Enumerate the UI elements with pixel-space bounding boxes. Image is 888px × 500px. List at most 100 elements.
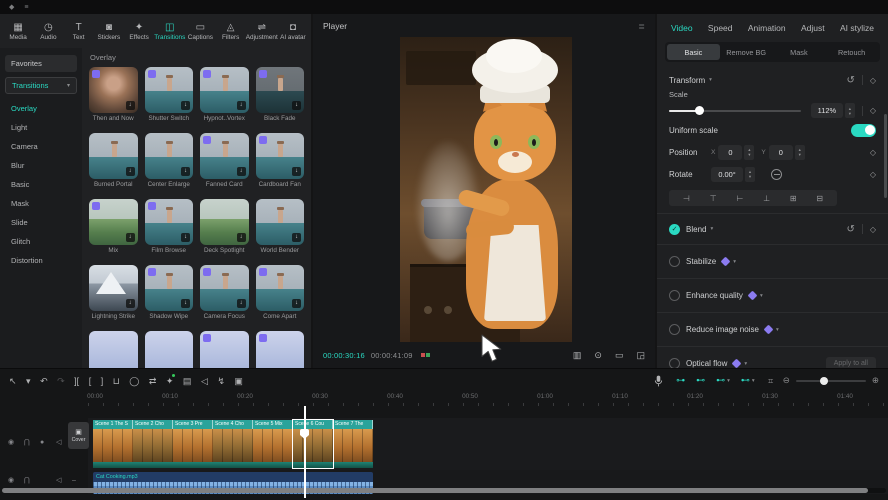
download-icon[interactable]: ↓ (292, 233, 301, 242)
transition-tile[interactable]: ↓Then and Now (89, 67, 138, 123)
timeline-clip[interactable]: Scene 5 Mix (253, 420, 293, 468)
chevron-down-icon[interactable]: ▾ (709, 77, 712, 83)
keyframe-icon[interactable]: ◇ (870, 76, 876, 85)
download-icon[interactable]: ↓ (181, 299, 190, 308)
main-track-magnet-icon[interactable]: ⊶ (676, 375, 685, 386)
mini-player-icon[interactable]: ⊙ (594, 350, 602, 361)
transition-tile[interactable]: ↓Come Apart (256, 265, 305, 321)
quality-icon[interactable]: ▭ (615, 350, 624, 361)
download-icon[interactable]: ↓ (292, 101, 301, 110)
timeline-ruler[interactable]: 00:0000:1000:2000:3000:4000:5001:0001:10… (88, 392, 888, 406)
voiceover-mic-icon[interactable] (654, 375, 663, 387)
transition-tile[interactable]: ↓Center Enlarge (145, 133, 194, 189)
timeline-clip[interactable]: Scene 7 The (333, 420, 373, 468)
smart-tools-icon[interactable]: ✦ (166, 376, 174, 386)
transition-tile[interactable] (200, 331, 249, 368)
timeline-clip[interactable]: Scene 3 Pre (173, 420, 213, 468)
sidebar-item-slide[interactable]: Slide (5, 213, 77, 232)
delete-icon[interactable]: ⊔ (113, 376, 120, 386)
undo-icon[interactable]: ↶ (40, 376, 48, 386)
scale-stepper[interactable]: ▴▾ (845, 103, 855, 118)
transition-tile[interactable]: ↓Lightning Strike (89, 265, 138, 321)
rotate-stepper[interactable]: ▴▾ (745, 167, 755, 182)
timeline-zoom-slider[interactable] (796, 380, 866, 382)
toolbar-item-effects[interactable]: ✦Effects (124, 22, 154, 41)
scale-value[interactable]: 112% (811, 103, 843, 118)
fullscreen-icon[interactable]: ◲ (636, 350, 645, 361)
timeline-clip[interactable]: Scene 2 Cho (133, 420, 173, 468)
zoom-slider-knob[interactable] (820, 377, 828, 385)
position-x-value[interactable]: 0 (718, 145, 742, 160)
transition-tile[interactable]: ↓Cardboard Fan (256, 133, 305, 189)
split-icon[interactable]: ][ (74, 376, 79, 386)
position-y-stepper[interactable]: ▴▾ (795, 145, 805, 160)
download-icon[interactable]: ↓ (126, 299, 135, 308)
download-icon[interactable]: ↓ (181, 101, 190, 110)
freeze-frame-icon[interactable]: ▤ (183, 376, 192, 386)
download-icon[interactable]: ↓ (292, 299, 301, 308)
blend-checkbox[interactable]: ✓ (669, 224, 680, 235)
track-volume-icon[interactable]: ◁ (56, 439, 61, 447)
subtab-remove-bg[interactable]: Remove BG (720, 44, 773, 60)
chevron-down-icon[interactable]: ▾ (760, 293, 763, 299)
crop-icon[interactable]: ▣ (234, 376, 243, 386)
download-icon[interactable]: ↓ (181, 167, 190, 176)
align-right-icon[interactable]: ⊢ (736, 194, 743, 203)
timeline-clip[interactable]: Scene 1 The S (93, 420, 133, 468)
download-icon[interactable]: ↓ (126, 101, 135, 110)
subtab-retouch[interactable]: Retouch (825, 44, 878, 60)
sidebar-item-basic[interactable]: Basic (5, 175, 77, 194)
sidebar-item-distortion[interactable]: Distortion (5, 251, 77, 270)
ratio-icon[interactable]: ▥ (573, 350, 582, 361)
inspector-scrollbar[interactable] (884, 114, 887, 198)
download-icon[interactable]: ↓ (237, 233, 246, 242)
cover-button[interactable]: ▣ Cover (68, 422, 89, 449)
keyframe-icon[interactable]: ◇ (870, 225, 876, 234)
zoom-out-icon[interactable]: ⊖ (783, 375, 790, 386)
position-x-stepper[interactable]: ▴▾ (744, 145, 754, 160)
playhead-line[interactable] (304, 406, 306, 498)
track-height-icon[interactable]: ⌗ (768, 376, 773, 386)
select-tool-icon[interactable]: ↖ (9, 376, 17, 386)
sidebar-item-blur[interactable]: Blur (5, 156, 77, 175)
transition-tile[interactable]: ↓Shutter Switch (145, 67, 194, 123)
player-view-options-icon[interactable]: ≣ (638, 22, 645, 31)
download-icon[interactable]: ↓ (237, 101, 246, 110)
transition-tile[interactable]: ↓Deck Spotlight (200, 199, 249, 255)
download-icon[interactable]: ↓ (181, 233, 190, 242)
favorites-button[interactable]: Favorites (5, 55, 77, 72)
toolbar-item-media[interactable]: ▦Media (3, 22, 33, 41)
align-bottom-icon[interactable]: ⊥ (763, 194, 770, 203)
zoom-in-icon[interactable]: ⊕ (872, 375, 879, 386)
transition-tile[interactable]: ↓Hypnot..Vortex (200, 67, 249, 123)
download-icon[interactable]: ↓ (292, 167, 301, 176)
sidebar-item-overlay[interactable]: Overlay (5, 99, 77, 118)
track-hide-icon[interactable]: ◉ (8, 439, 14, 447)
menu-icon[interactable]: ≡ (24, 4, 28, 11)
scale-slider[interactable] (669, 110, 801, 112)
transition-tile[interactable] (145, 331, 194, 368)
transition-tile[interactable]: ↓Burned Portal (89, 133, 138, 189)
tab-animation[interactable]: Animation (748, 23, 786, 33)
rotate-dial[interactable] (771, 169, 782, 180)
horizontal-scrollbar-thumb[interactable] (2, 488, 868, 493)
trim-right-icon[interactable]: ] (101, 376, 104, 386)
keyframe-icon[interactable]: ◇ (870, 170, 876, 179)
record-icon[interactable]: ◯ (129, 376, 139, 386)
track-hide-icon[interactable]: ◉ (8, 477, 14, 485)
toolbar-item-transitions[interactable]: ◫Transitions (154, 22, 185, 41)
reverse-icon[interactable]: ⇄ (149, 376, 157, 386)
keyframe-icon[interactable]: ◇ (870, 148, 876, 157)
download-icon[interactable]: ↓ (237, 299, 246, 308)
extract-audio-icon[interactable]: ◁ (201, 376, 208, 386)
chevron-down-icon[interactable]: ▾ (776, 327, 779, 333)
keyframe-icon[interactable]: ◇ (870, 106, 876, 115)
preview-axis-icon[interactable]: ⊷▾ (741, 375, 755, 386)
transition-tile[interactable]: ↓Film Browse (145, 199, 194, 255)
mixer-icon[interactable]: ↯ (217, 376, 225, 386)
tool-caret-icon[interactable]: ▾ (26, 376, 31, 386)
toolbar-item-ai-avatar[interactable]: ◘AI avatar (278, 22, 308, 41)
track-lock-icon[interactable]: ⋂ (24, 477, 30, 485)
toolbar-item-stickers[interactable]: ◙Stickers (94, 22, 124, 41)
sidebar-item-mask[interactable]: Mask (5, 194, 77, 213)
